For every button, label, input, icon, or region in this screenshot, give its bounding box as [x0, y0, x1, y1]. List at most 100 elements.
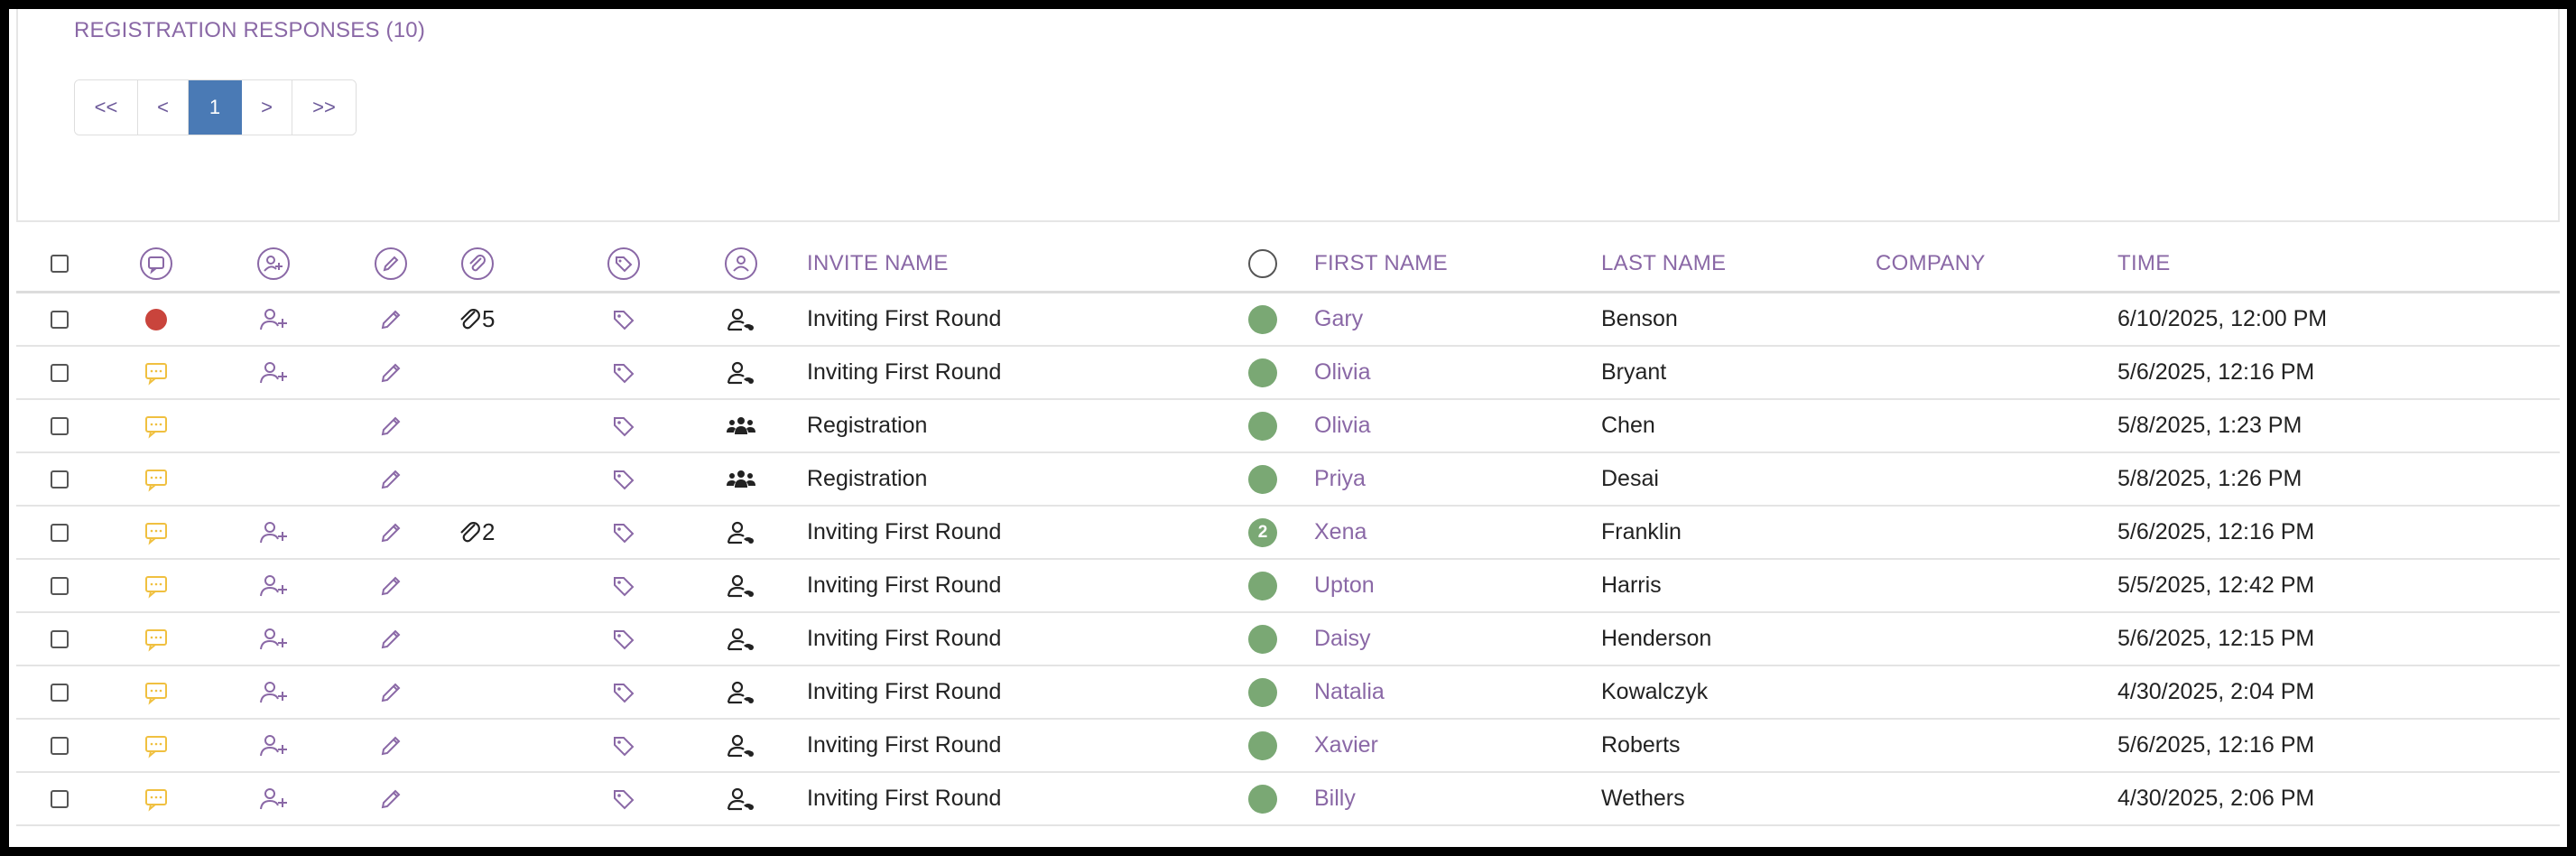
comment-icon[interactable]	[143, 519, 170, 546]
comment-icon[interactable]	[143, 732, 170, 759]
first-name-link[interactable]: Upton	[1314, 560, 1375, 611]
table-row[interactable]: Inviting First Round Daisy Henderson 5/6/20…	[16, 613, 2560, 666]
status-dot[interactable]	[1248, 571, 1277, 600]
tag-icon[interactable]	[611, 786, 636, 812]
row-checkbox[interactable]	[51, 363, 69, 382]
tag-icon[interactable]	[611, 360, 636, 386]
first-name-link[interactable]: Olivia	[1314, 400, 1371, 451]
pencil-icon[interactable]	[378, 680, 403, 705]
user-plus-icon[interactable]	[257, 732, 290, 759]
status-dot[interactable]	[1248, 464, 1277, 494]
first-name-link[interactable]: Xavier	[1314, 720, 1378, 771]
table-row[interactable]: Registration Olivia Chen 5/8/2025, 1:23 PM	[16, 400, 2560, 453]
status-dot[interactable]	[1248, 358, 1277, 387]
next-page-button[interactable]: >	[242, 80, 292, 135]
page-1-button[interactable]: 1	[189, 80, 242, 135]
row-checkbox[interactable]	[51, 629, 69, 648]
comment-icon[interactable]	[143, 679, 170, 706]
comment-icon[interactable]	[143, 786, 170, 813]
row-checkbox[interactable]	[51, 736, 69, 755]
attachments-cell[interactable]: 2	[459, 507, 495, 558]
table-row[interactable]: Inviting First Round Natalia Kowalczyk 4/30…	[16, 666, 2560, 720]
status-dot[interactable]	[1248, 784, 1277, 814]
user-plus-icon[interactable]	[257, 786, 290, 813]
status-dot[interactable]	[1248, 677, 1277, 707]
comment-icon[interactable]	[143, 626, 170, 653]
tag-icon[interactable]	[611, 414, 636, 439]
first-name-link[interactable]: Priya	[1314, 453, 1366, 505]
time-header[interactable]: TIME	[2117, 237, 2171, 291]
pencil-icon[interactable]	[378, 627, 403, 652]
invite-name-header[interactable]: INVITE NAME	[807, 237, 949, 291]
comment-icon[interactable]	[143, 466, 170, 493]
table-row[interactable]: Inviting First Round Upton Harris 5/5/2025,…	[16, 560, 2560, 613]
pencil-icon[interactable]	[378, 786, 403, 812]
alert-dot-icon[interactable]	[144, 307, 169, 332]
status-header[interactable]	[1247, 237, 1278, 291]
user-plus-icon[interactable]	[257, 679, 290, 706]
user-plus-icon[interactable]	[257, 519, 290, 546]
pencil-icon[interactable]	[378, 733, 403, 758]
row-select-cell	[51, 613, 69, 665]
pencil-icon[interactable]	[378, 467, 403, 492]
comments-header[interactable]	[139, 237, 173, 291]
comment-icon[interactable]	[143, 572, 170, 600]
table-row[interactable]: Inviting First Round Xavier Roberts 5/6/202…	[16, 720, 2560, 773]
table-row[interactable]: Inviting First Round Billy Wethers 4/30/202…	[16, 773, 2560, 826]
pencil-icon[interactable]	[378, 360, 403, 386]
table-row[interactable]: 5 Inviting First Round Gary Benson 6/10/2025…	[16, 293, 2560, 347]
pencil-icon[interactable]	[378, 520, 403, 545]
status-dot[interactable]	[1248, 624, 1277, 654]
first-name-link[interactable]: Billy	[1314, 773, 1356, 824]
row-checkbox[interactable]	[51, 470, 69, 488]
tag-icon[interactable]	[611, 627, 636, 652]
table-row[interactable]: Registration Priya Desai 5/8/2025, 1:26 PM	[16, 453, 2560, 507]
select-all-checkbox[interactable]	[51, 255, 69, 273]
status-dot[interactable]	[1248, 304, 1277, 334]
user-plus-icon[interactable]	[257, 359, 290, 386]
status-dot[interactable]: 2	[1248, 517, 1277, 547]
first-page-button[interactable]: <<	[75, 80, 138, 135]
row-checkbox[interactable]	[51, 523, 69, 542]
comment-icon[interactable]	[143, 413, 170, 440]
first-name-link[interactable]: Olivia	[1314, 347, 1371, 398]
last-name-header[interactable]: LAST NAME	[1601, 237, 1726, 291]
responses-table: INVITE NAME FIRST NAME LAST NAME COMPANY…	[16, 237, 2560, 826]
add-user-header[interactable]	[256, 237, 291, 291]
user-plus-icon[interactable]	[257, 572, 290, 600]
pencil-icon[interactable]	[378, 307, 403, 332]
status-dot[interactable]	[1248, 730, 1277, 760]
last-page-button[interactable]: >>	[292, 80, 356, 135]
row-checkbox[interactable]	[51, 576, 69, 595]
row-checkbox[interactable]	[51, 416, 69, 435]
tag-icon[interactable]	[611, 520, 636, 545]
company-header[interactable]: COMPANY	[1876, 237, 1986, 291]
edit-header[interactable]	[374, 237, 408, 291]
row-checkbox[interactable]	[51, 789, 69, 808]
row-checkbox[interactable]	[51, 310, 69, 329]
tag-icon[interactable]	[611, 467, 636, 492]
tag-icon[interactable]	[611, 680, 636, 705]
user-plus-icon[interactable]	[257, 626, 290, 653]
pencil-icon[interactable]	[378, 414, 403, 439]
first-name-link[interactable]: Xena	[1314, 507, 1367, 558]
pencil-icon[interactable]	[378, 573, 403, 599]
user-plus-icon[interactable]	[257, 306, 290, 333]
tag-icon[interactable]	[611, 573, 636, 599]
prev-page-button[interactable]: <	[138, 80, 189, 135]
tags-header[interactable]	[607, 237, 641, 291]
comment-icon[interactable]	[143, 359, 170, 386]
attachments-cell[interactable]: 5	[459, 293, 495, 345]
first-name-link[interactable]: Daisy	[1314, 613, 1371, 665]
row-checkbox[interactable]	[51, 683, 69, 702]
table-row[interactable]: Inviting First Round Olivia Bryant 5/6/2025…	[16, 347, 2560, 400]
first-name-link[interactable]: Natalia	[1314, 666, 1385, 718]
table-row[interactable]: 2 Inviting First Round 2 Xena Franklin 5/6/20…	[16, 507, 2560, 560]
tag-icon[interactable]	[611, 307, 636, 332]
status-dot[interactable]	[1248, 411, 1277, 441]
first-name-link[interactable]: Gary	[1314, 293, 1363, 345]
person-header[interactable]	[724, 237, 758, 291]
attachments-header[interactable]	[460, 237, 495, 291]
tag-icon[interactable]	[611, 733, 636, 758]
first-name-header[interactable]: FIRST NAME	[1314, 237, 1448, 291]
